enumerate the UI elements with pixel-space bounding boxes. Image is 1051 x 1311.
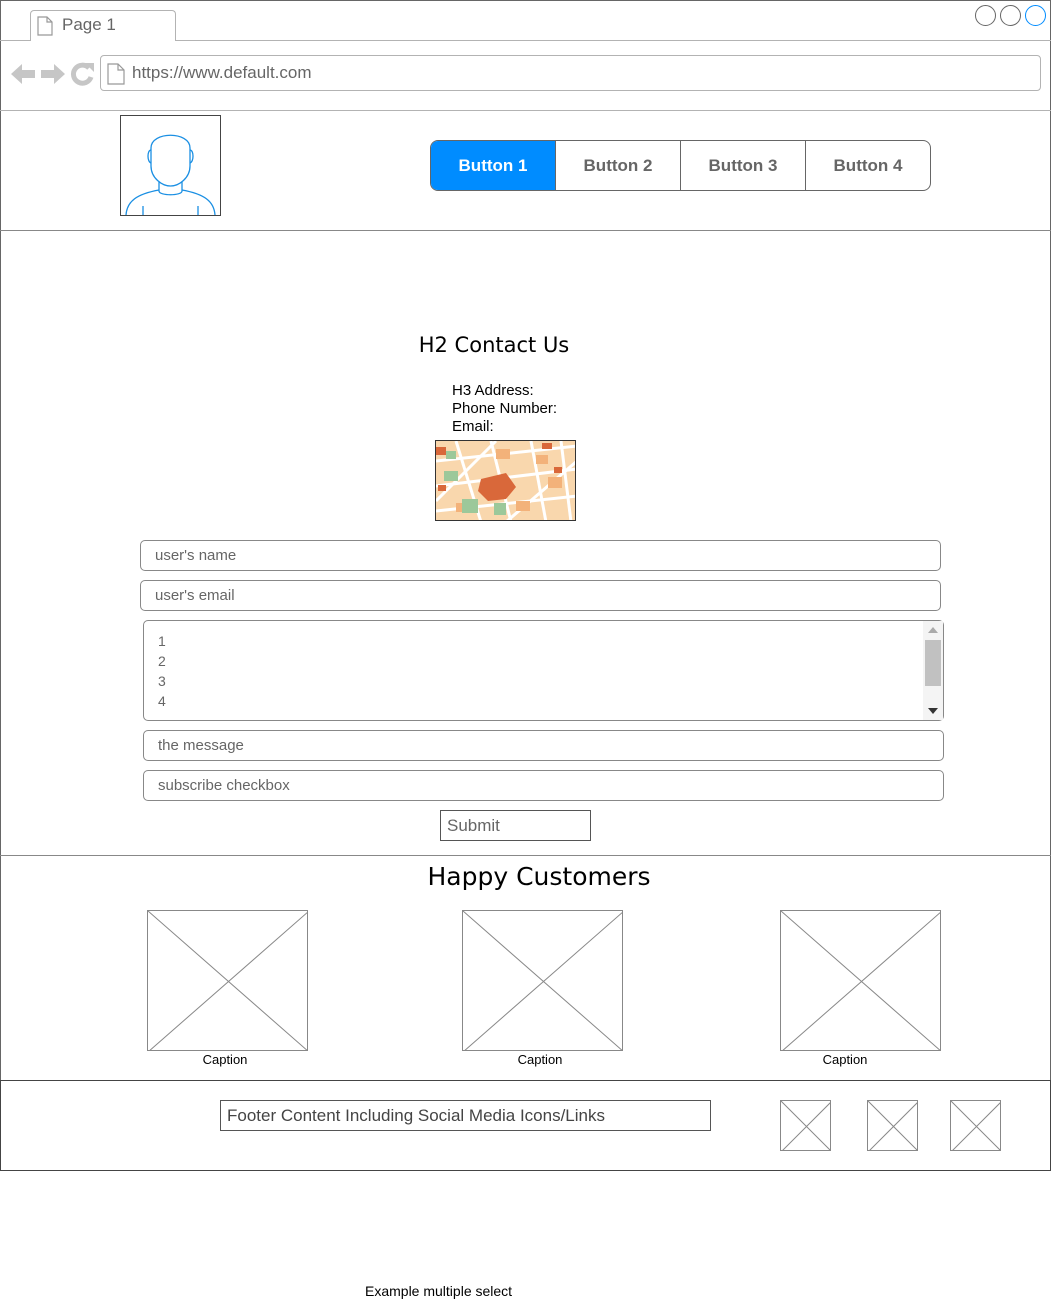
user-avatar-icon bbox=[125, 134, 216, 216]
nav-button-4[interactable]: Button 4 bbox=[805, 141, 930, 190]
list-item[interactable]: 2 bbox=[158, 653, 166, 669]
avatar bbox=[120, 115, 221, 216]
email-input[interactable]: user's email bbox=[140, 580, 941, 611]
customer-caption: Caption bbox=[517, 1052, 563, 1067]
nav-button-group: Button 1 Button 2 Button 3 Button 4 bbox=[430, 140, 931, 191]
phone-label: Phone Number: bbox=[452, 400, 558, 417]
contact-heading: H2 Contact Us bbox=[418, 333, 570, 357]
customer-image-placeholder bbox=[462, 910, 623, 1051]
url-text[interactable]: https://www.default.com bbox=[132, 63, 312, 83]
forward-arrow-icon[interactable] bbox=[40, 62, 66, 86]
page-icon bbox=[37, 16, 53, 36]
multiple-select-list[interactable] bbox=[143, 620, 944, 721]
customers-heading: Happy Customers bbox=[427, 862, 651, 891]
window-maximize-icon[interactable] bbox=[1000, 5, 1021, 26]
message-input[interactable]: the message bbox=[143, 730, 944, 761]
social-icon-placeholder[interactable] bbox=[780, 1100, 831, 1151]
map-image[interactable] bbox=[435, 440, 576, 521]
email-label: Email: bbox=[452, 418, 494, 435]
name-input[interactable]: user's name bbox=[140, 540, 941, 571]
list-item[interactable]: 1 bbox=[158, 633, 166, 649]
scroll-down-icon[interactable] bbox=[928, 707, 938, 715]
customer-image-placeholder bbox=[147, 910, 308, 1051]
footer-text: Footer Content Including Social Media Ic… bbox=[220, 1100, 711, 1131]
header-divider bbox=[0, 230, 1051, 231]
customer-caption: Caption bbox=[822, 1052, 868, 1067]
section-divider bbox=[0, 855, 1051, 856]
list-item[interactable]: 3 bbox=[158, 673, 166, 689]
social-icon-placeholder[interactable] bbox=[867, 1100, 918, 1151]
customer-caption: Caption bbox=[202, 1052, 248, 1067]
scrollbar-thumb[interactable] bbox=[925, 640, 941, 686]
nav-bar-divider bbox=[0, 110, 1051, 111]
back-arrow-icon[interactable] bbox=[10, 62, 36, 86]
nav-button-3[interactable]: Button 3 bbox=[680, 141, 805, 190]
nav-button-1[interactable]: Button 1 bbox=[431, 141, 555, 190]
social-icon-placeholder[interactable] bbox=[950, 1100, 1001, 1151]
list-item[interactable]: 4 bbox=[158, 693, 166, 709]
reload-icon[interactable] bbox=[70, 61, 96, 87]
subscribe-checkbox[interactable]: subscribe checkbox bbox=[143, 770, 944, 801]
map-icon bbox=[436, 441, 575, 520]
customer-image-placeholder bbox=[780, 910, 941, 1051]
window-minimize-icon[interactable] bbox=[975, 5, 996, 26]
submit-button[interactable]: Submit bbox=[440, 810, 591, 841]
address-label: H3 Address: bbox=[452, 382, 534, 399]
scroll-up-icon[interactable] bbox=[928, 626, 938, 634]
tab-title: Page 1 bbox=[62, 15, 116, 34]
example-note: Example multiple select bbox=[365, 1283, 513, 1299]
window-close-icon[interactable] bbox=[1025, 5, 1046, 26]
page-icon bbox=[107, 63, 125, 85]
nav-button-2[interactable]: Button 2 bbox=[555, 141, 680, 190]
